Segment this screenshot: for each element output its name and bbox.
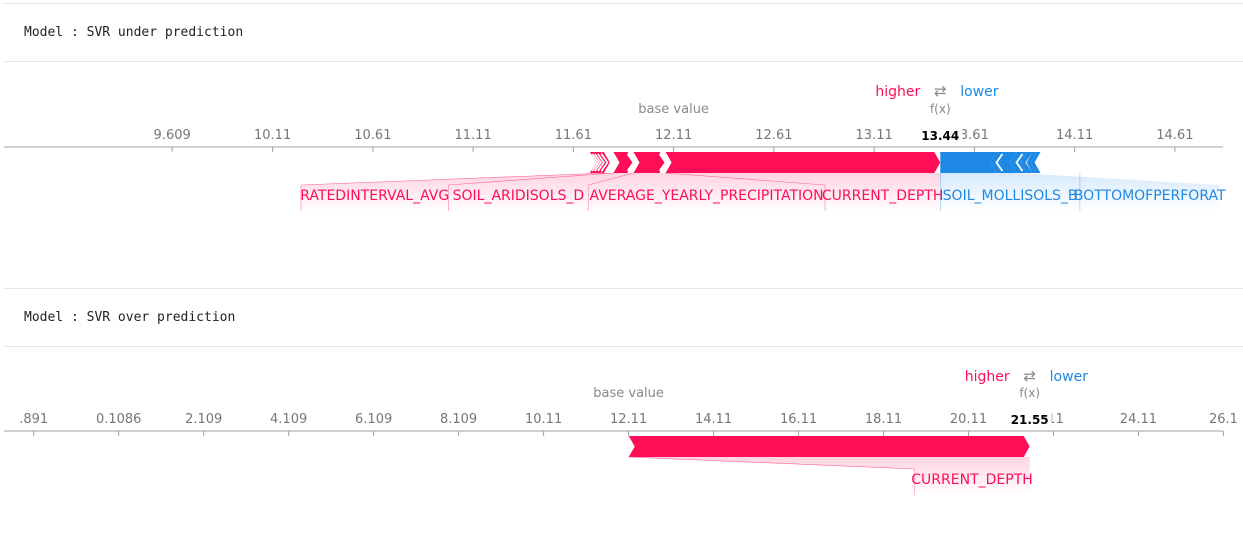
legend-lower: lower — [1050, 369, 1089, 385]
panel-title: Model : SVR over prediction — [24, 310, 236, 325]
force-plot-svg: higher ⇄ lower base value f(x) .891 0.1086 2.10… — [4, 367, 1238, 495]
tick-label: 14.11 — [1056, 128, 1093, 143]
fx-value: 13.44 — [921, 129, 959, 143]
tick-label: 12.61 — [755, 128, 792, 143]
tick-label: .891 — [19, 412, 48, 427]
panel-title: Model : SVR under prediction — [24, 25, 244, 40]
tick-label: 16.11 — [780, 412, 817, 427]
tick-label: 10.61 — [354, 128, 391, 143]
feature-label: RATEDINTERVAL_AVG — [300, 188, 449, 204]
panel-header: Model : SVR under prediction — [4, 4, 1243, 62]
fx-label: f(x) — [1019, 386, 1040, 400]
tick-label: 0.1086 — [96, 412, 142, 427]
base-value-label: base value — [638, 102, 709, 117]
tick-label: 4.109 — [270, 412, 307, 427]
feature-label: CURRENT_DEPTH — [911, 472, 1033, 488]
tick-label: 11.61 — [555, 128, 592, 143]
legend-arrows-icon: ⇄ — [1023, 367, 1036, 385]
panel-header: Model : SVR over prediction — [4, 289, 1243, 347]
tick-label: 9.609 — [154, 128, 191, 143]
force-plot-over: higher ⇄ lower base value f(x) .891 0.1086 2.10… — [4, 347, 1243, 542]
tick-label: 11.11 — [455, 128, 492, 143]
feature-label: CURRENT_DEPTH — [822, 188, 944, 204]
legend-arrows-icon: ⇄ — [934, 82, 947, 100]
tick-label: 18.11 — [865, 412, 902, 427]
force-plot-under: higher ⇄ lower base value f(x) 9.609 10.11 10.6… — [4, 62, 1243, 291]
tick-label: 10.11 — [525, 412, 562, 427]
tick-label: 13.11 — [856, 128, 893, 143]
tick-label: 12.11 — [655, 128, 692, 143]
legend-higher: higher — [965, 369, 1010, 385]
tick-label: 24.11 — [1120, 412, 1157, 427]
force-plot-svg: higher ⇄ lower base value f(x) 9.609 10.11 10.6… — [4, 82, 1226, 211]
tick-label: 10.11 — [254, 128, 291, 143]
tick-label: 14.11 — [695, 412, 732, 427]
base-value-label: base value — [593, 386, 664, 401]
negative-segment — [940, 152, 997, 173]
feature-label: AVERAGE_YEARLY_PRECIPITATION — [590, 188, 824, 204]
tick-label: 3.61 — [960, 128, 989, 143]
tick-label: 8.109 — [440, 412, 477, 427]
panel-over-prediction: Model : SVR over prediction higher ⇄ lower… — [4, 288, 1243, 538]
feature-label: SOIL_ARIDISOLS_D — [453, 188, 585, 204]
positive-segment — [665, 152, 941, 173]
panel-under-prediction: Model : SVR under prediction higher ⇄ lowe… — [4, 3, 1243, 289]
feature-label: BOTTOMOFPERFORAT — [1074, 188, 1226, 204]
tick-label: 12.11 — [610, 412, 647, 427]
fx-value: 21.55 — [1011, 413, 1049, 427]
legend-higher: higher — [875, 84, 920, 100]
tick-label: 20.11 — [950, 412, 987, 427]
tick-label: 26.1 — [1209, 412, 1238, 427]
legend-lower: lower — [960, 84, 999, 100]
tick-label: 2.109 — [185, 412, 222, 427]
positive-segment — [628, 436, 1030, 457]
tick-label: 6.109 — [355, 412, 392, 427]
tick-label: 14.61 — [1156, 128, 1193, 143]
positive-segment — [613, 152, 634, 173]
feature-label: SOIL_MOLLISOLS_B — [943, 188, 1078, 204]
fx-label: f(x) — [930, 102, 951, 116]
